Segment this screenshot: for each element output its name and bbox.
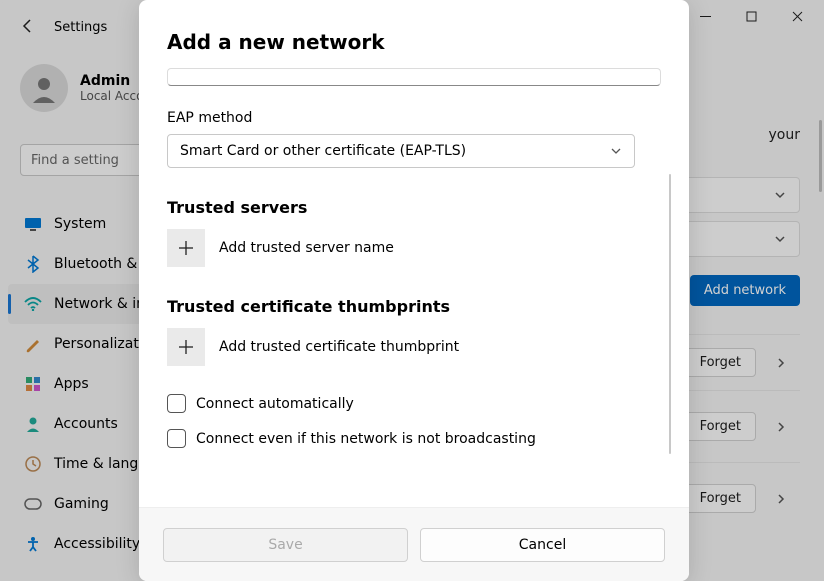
add-server-label: Add trusted server name xyxy=(219,240,394,256)
add-trusted-server-button[interactable] xyxy=(167,229,205,267)
add-thumbprint-button[interactable] xyxy=(167,328,205,366)
connect-hidden-checkbox[interactable] xyxy=(167,429,186,448)
chevron-down-icon xyxy=(610,145,622,157)
eap-method-dropdown[interactable]: Smart Card or other certificate (EAP-TLS… xyxy=(167,134,635,168)
connect-hidden-label: Connect even if this network is not broa… xyxy=(196,431,536,447)
add-network-dialog: Add a new network EAP method Smart Card … xyxy=(139,0,689,581)
add-thumb-label: Add trusted certificate thumbprint xyxy=(219,339,459,355)
save-button[interactable]: Save xyxy=(163,528,408,562)
eap-label: EAP method xyxy=(167,110,661,126)
thumbprints-heading: Trusted certificate thumbprints xyxy=(167,297,661,316)
connect-auto-checkbox[interactable] xyxy=(167,394,186,413)
trusted-servers-heading: Trusted servers xyxy=(167,198,661,217)
text-input[interactable] xyxy=(167,68,661,86)
plus-icon xyxy=(178,240,194,256)
scrollbar[interactable] xyxy=(669,174,671,454)
connect-auto-label: Connect automatically xyxy=(196,396,354,412)
plus-icon xyxy=(178,339,194,355)
dialog-title: Add a new network xyxy=(167,30,661,54)
cancel-button[interactable]: Cancel xyxy=(420,528,665,562)
